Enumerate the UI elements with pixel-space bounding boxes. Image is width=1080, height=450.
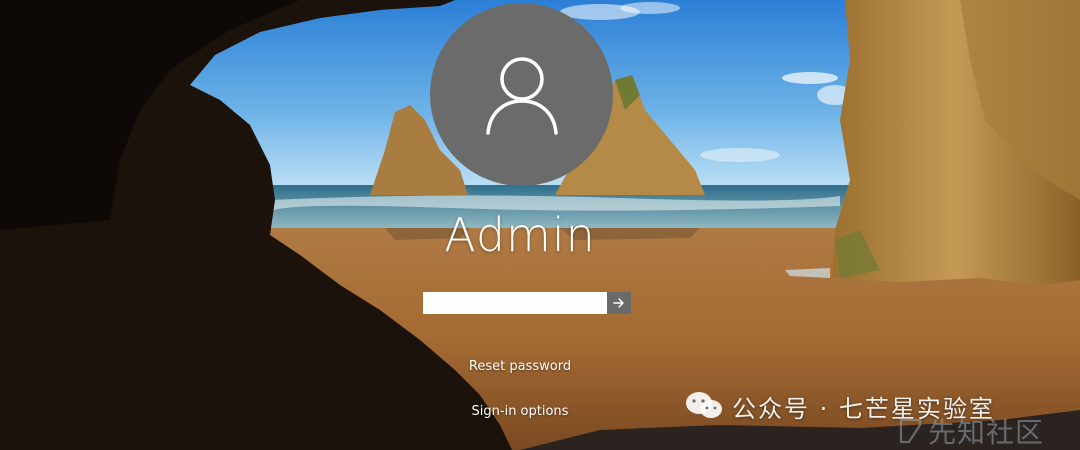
arrow-right-icon [613, 298, 624, 308]
site-watermark-text: 先知社区 [928, 416, 1045, 449]
wechat-icon [686, 392, 722, 418]
username-label: Admin [444, 208, 596, 262]
submit-button[interactable] [607, 292, 631, 314]
reset-password-link[interactable]: Reset password [0, 359, 1040, 374]
user-avatar [430, 3, 613, 186]
user-silhouette-icon [485, 56, 558, 135]
site-logo-icon [899, 418, 922, 444]
password-box [423, 292, 631, 314]
password-input[interactable] [423, 292, 607, 314]
site-watermark: 先知社区 [898, 414, 1045, 449]
